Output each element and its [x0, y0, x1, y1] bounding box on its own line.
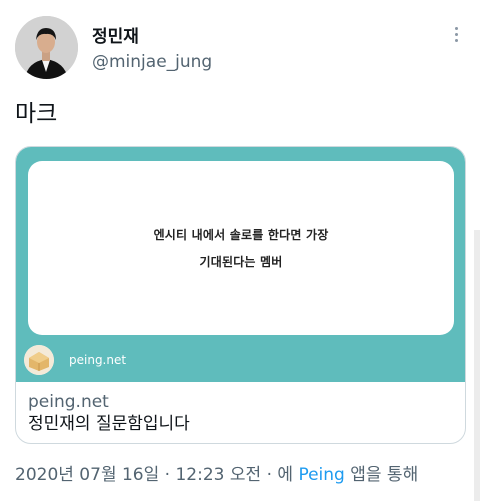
avatar[interactable]: [15, 16, 78, 79]
author-display-name[interactable]: 정민재: [92, 22, 139, 47]
card-domain: peing.net: [28, 392, 109, 412]
source-app-link[interactable]: Peing: [298, 465, 344, 485]
scrollbar[interactable]: [474, 230, 480, 501]
question-line-2: 기대된다는 멤버: [199, 255, 283, 269]
via-prefix: · 에: [266, 465, 294, 485]
question-line-1: 엔시티 내에서 솔로를 한다면 가장: [153, 228, 329, 242]
more-dot: [454, 32, 458, 36]
timestamp-time[interactable]: 12:23 오전: [175, 465, 261, 485]
timestamp-date[interactable]: 2020년 07월 16일: [15, 465, 159, 485]
timestamp-row: 2020년 07월 16일 · 12:23 오전 · 에 Peing 앱을 통해: [15, 460, 418, 485]
avatar-photo: [15, 16, 78, 79]
tweet-text: 마크: [15, 101, 58, 127]
card-image: 엔시티 내에서 솔로를 한다면 가장 기대된다는 멤버 peing.net: [16, 147, 465, 382]
card-title: 정민재의 질문함입니다: [28, 414, 190, 434]
timestamp-separator: ·: [164, 465, 171, 485]
more-vertical-icon[interactable]: [446, 22, 466, 46]
link-card[interactable]: 엔시티 내에서 솔로를 한다면 가장 기대된다는 멤버 peing.net pe…: [15, 146, 466, 444]
via-suffix: 앱을 통해: [350, 465, 419, 485]
more-dot: [454, 26, 458, 30]
peing-logo-icon: [24, 345, 54, 375]
author-handle[interactable]: @minjae_jung: [92, 52, 212, 72]
question-box: 엔시티 내에서 솔로를 한다면 가장 기대된다는 멤버: [28, 161, 454, 335]
more-dot: [454, 38, 458, 42]
card-site-label: peing.net: [69, 353, 127, 367]
card-meta[interactable]: peing.net 정민재의 질문함입니다: [16, 382, 465, 443]
